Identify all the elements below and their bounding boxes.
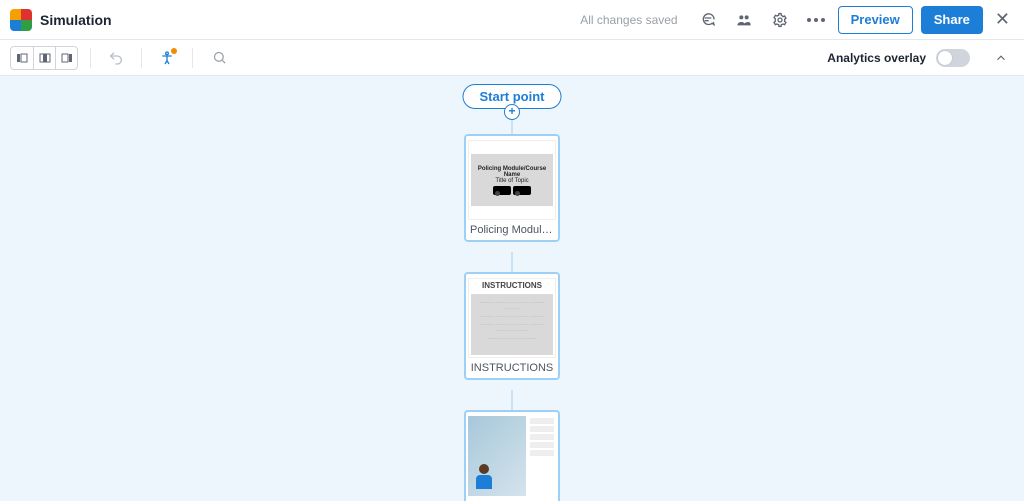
app-logo: [10, 9, 32, 31]
flow-connector: [512, 390, 513, 410]
node-label: [466, 496, 558, 501]
node-label: INSTRUCTIONS: [466, 358, 558, 378]
comments-icon[interactable]: [694, 6, 722, 34]
analytics-overlay-label: Analytics overlay: [827, 51, 926, 65]
layout-panel-center-icon[interactable]: [33, 47, 55, 69]
officer-illustration: [474, 464, 494, 492]
close-icon[interactable]: ✕: [991, 9, 1014, 30]
thumb-subtitle: Title of Topic: [495, 178, 528, 184]
save-status: All changes saved: [580, 13, 677, 27]
document-title: Simulation: [40, 12, 112, 28]
node-thumbnail: [468, 416, 556, 496]
flow-node-scenario[interactable]: [464, 410, 560, 501]
add-node-button[interactable]: +: [504, 104, 520, 120]
flow-node-policing-module[interactable]: Policing Module/Course Name Title of Top…: [464, 134, 560, 242]
layout-mode-group: [10, 46, 78, 70]
thumb-heading: INSTRUCTIONS: [482, 281, 542, 290]
toolbar: Analytics overlay: [0, 40, 1024, 76]
thumb-title: Policing Module/Course Name: [473, 166, 551, 178]
app-header: Simulation All changes saved Preview Sha…: [0, 0, 1024, 40]
flow-connector: [512, 120, 513, 134]
warning-badge-dot: [171, 48, 177, 54]
analytics-overlay-toggle[interactable]: [936, 49, 970, 67]
node-thumbnail: Policing Module/Course Name Title of Top…: [468, 140, 556, 220]
more-menu-icon[interactable]: [802, 6, 830, 34]
flow-node-instructions[interactable]: INSTRUCTIONS ——— ——— ——— ——— ——— ——— ———…: [464, 272, 560, 380]
search-icon[interactable]: [205, 44, 233, 72]
settings-gear-icon[interactable]: [766, 6, 794, 34]
flow-canvas[interactable]: Start point + Policing Module/Course Nam…: [0, 76, 1024, 501]
undo-icon[interactable]: [103, 45, 129, 71]
node-thumbnail: INSTRUCTIONS ——— ——— ——— ——— ——— ——— ———…: [468, 278, 556, 358]
layout-panel-left-icon[interactable]: [11, 47, 33, 69]
node-label: Policing ModuleCou...: [466, 220, 558, 240]
collapse-toolbar-icon[interactable]: [988, 45, 1014, 71]
layout-panel-right-icon[interactable]: [55, 47, 77, 69]
flow-connector: [512, 252, 513, 272]
share-button[interactable]: Share: [921, 6, 983, 34]
car-illustration: [493, 186, 531, 195]
collaborators-icon[interactable]: [730, 6, 758, 34]
accessibility-check-icon[interactable]: [154, 45, 180, 71]
preview-button[interactable]: Preview: [838, 6, 913, 34]
